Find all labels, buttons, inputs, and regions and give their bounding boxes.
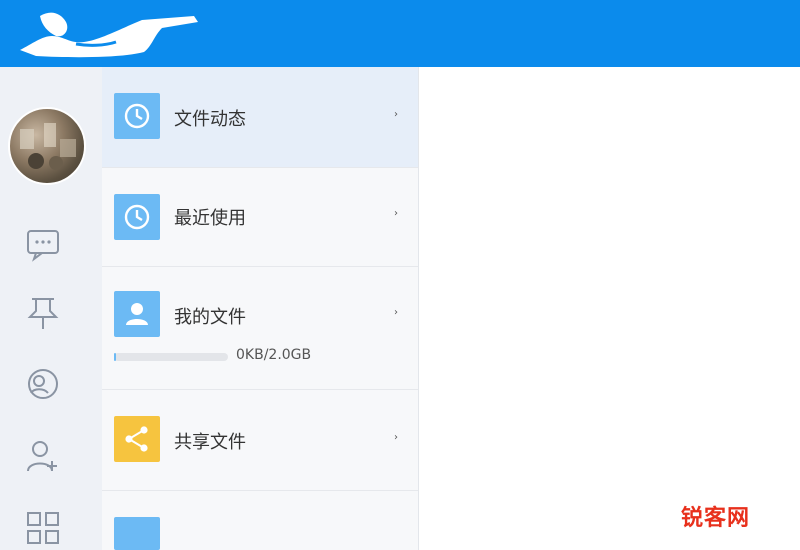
- content-area: [419, 67, 800, 550]
- folder-icon: [114, 517, 160, 550]
- storage-progress-bar: [114, 353, 228, 361]
- pin-icon[interactable]: [22, 291, 64, 333]
- chevron-right-icon: ›: [394, 109, 398, 120]
- file-menu: 文件动态 › 最近使用 › 我的文件 › 0KB/2.0GB 共享文件 ›: [102, 67, 419, 550]
- menu-item-my-files[interactable]: 我的文件 › 0KB/2.0GB: [102, 267, 418, 390]
- app-logo: [20, 12, 198, 58]
- apps-grid-icon[interactable]: [22, 507, 64, 549]
- menu-item-file-activity[interactable]: 文件动态 ›: [102, 67, 418, 168]
- chevron-right-icon: ›: [394, 208, 398, 219]
- chevron-right-icon: ›: [394, 432, 398, 443]
- menu-item-label: 文件动态: [174, 109, 246, 130]
- contacts-icon[interactable]: [22, 363, 64, 405]
- menu-item-label: 共享文件: [174, 432, 246, 453]
- chevron-right-icon: ›: [394, 307, 398, 318]
- user-icon: [114, 291, 160, 337]
- menu-item-partial[interactable]: [102, 491, 418, 550]
- menu-item-recent[interactable]: 最近使用 ›: [102, 168, 418, 267]
- menu-item-label: 我的文件: [174, 307, 246, 328]
- menu-item-shared-files[interactable]: 共享文件 ›: [102, 390, 418, 491]
- storage-usage-text: 0KB/2.0GB: [236, 347, 312, 363]
- watermark: 锐客网: [680, 506, 750, 531]
- menu-item-label: 最近使用: [174, 208, 246, 229]
- chat-icon[interactable]: [22, 223, 64, 265]
- top-bar: [0, 0, 800, 67]
- clock-icon: [114, 194, 160, 240]
- left-rail: [0, 67, 102, 550]
- share-icon: [114, 416, 160, 462]
- storage-progress-fill: [114, 353, 116, 361]
- add-contact-icon[interactable]: [22, 435, 64, 477]
- avatar[interactable]: [8, 107, 86, 185]
- clock-icon: [114, 93, 160, 139]
